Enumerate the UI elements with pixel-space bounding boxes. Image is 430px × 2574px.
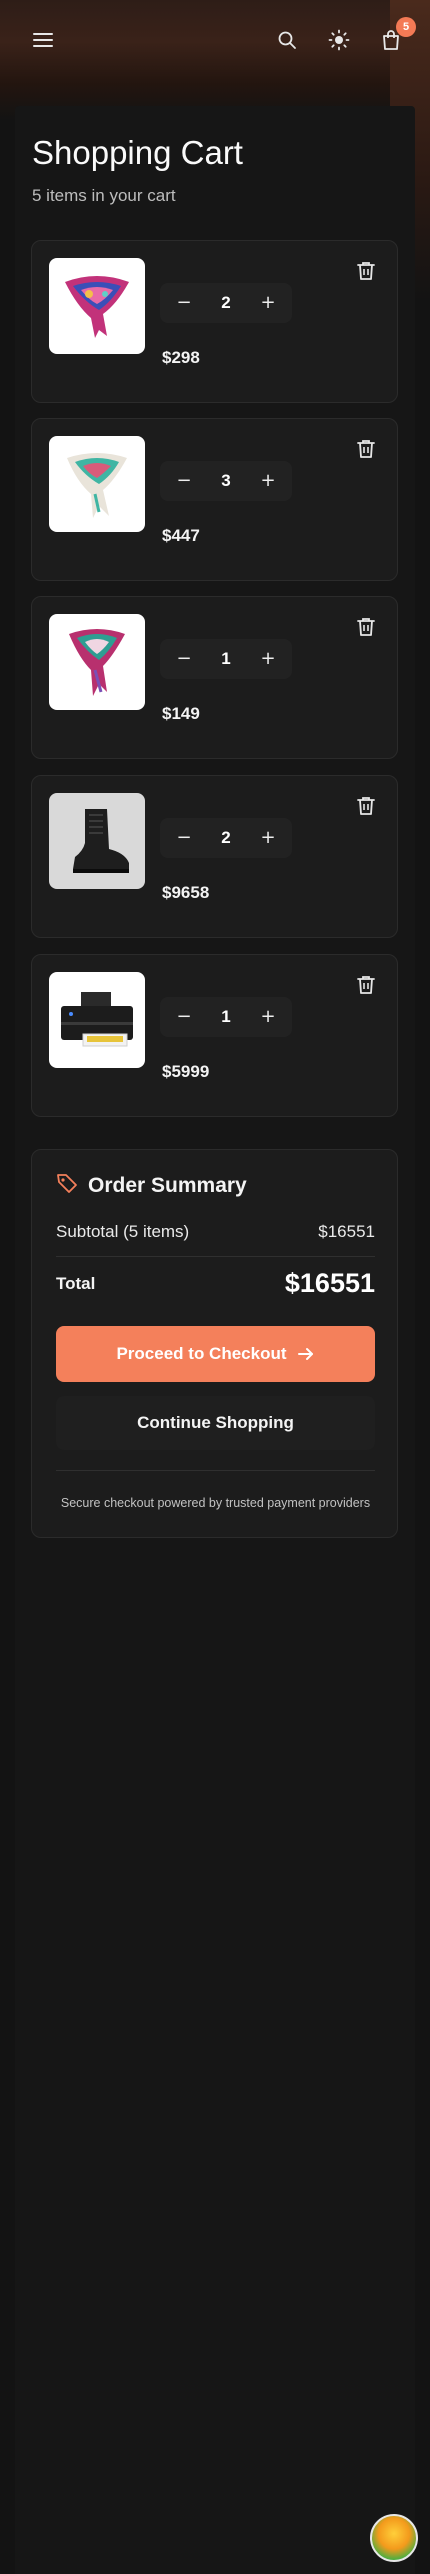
increase-quantity-button[interactable]: + [258,828,278,848]
subtotal-label: Subtotal (5 items) [56,1222,190,1241]
decrease-quantity-button[interactable]: − [174,1007,194,1027]
order-summary: Order Summary Subtotal (5 items) $16551 … [31,1149,398,1538]
arrow-right-icon [297,1348,313,1360]
total-value: $16551 [284,1268,375,1298]
quantity-value: 3 [221,471,231,490]
page-title: Shopping Cart [32,134,243,171]
quantity-stepper: − 1 + [160,997,292,1037]
trash-icon[interactable] [357,261,375,284]
total-row: Total $16551 [56,1268,375,1299]
floating-app-icon[interactable] [370,2514,418,2562]
trash-icon[interactable] [357,796,375,819]
product-image[interactable] [49,972,145,1068]
trash-icon[interactable] [357,439,375,462]
sun-icon[interactable] [322,23,356,57]
continue-shopping-button[interactable]: Continue Shopping [56,1396,375,1450]
cart-count-badge: 5 [396,17,416,37]
divider [56,1470,375,1471]
shopping-bag-icon[interactable]: 5 [374,17,416,57]
secure-checkout-note: Secure checkout powered by trusted payme… [60,1496,371,1510]
continue-label: Continue Shopping [137,1413,294,1432]
search-icon[interactable] [270,23,304,57]
cart-item: − 2 + $298 [31,240,398,403]
item-price: $9658 [162,883,210,902]
cart-item: − 1 + $5999 [31,954,398,1117]
total-label: Total [56,1273,96,1293]
proceed-to-checkout-button[interactable]: Proceed to Checkout [56,1326,375,1382]
cart-item: − 3 + $447 [31,418,398,581]
subtotal-row: Subtotal (5 items) $16551 [56,1222,375,1242]
product-image[interactable] [49,793,145,889]
trash-icon[interactable] [357,617,375,640]
quantity-value: 2 [221,293,231,312]
quantity-value: 1 [221,1007,231,1026]
page-subtitle: 5 items in your cart [32,186,176,205]
increase-quantity-button[interactable]: + [258,649,278,669]
hamburger-menu-icon[interactable] [26,23,60,57]
cart-item: − 2 + $9658 [31,775,398,938]
order-summary-header: Order Summary [56,1172,247,1199]
product-image[interactable] [49,258,145,354]
increase-quantity-button[interactable]: + [258,293,278,313]
cart-item: − 1 + $149 [31,596,398,759]
item-price: $5999 [162,1062,210,1081]
top-bar: 5 [0,0,430,80]
increase-quantity-button[interactable]: + [258,1007,278,1027]
tag-icon [56,1172,78,1199]
increase-quantity-button[interactable]: + [258,471,278,491]
divider [56,1256,375,1257]
product-image[interactable] [49,614,145,710]
header-actions: 5 [270,17,416,57]
subtotal-value: $16551 [318,1222,375,1241]
checkout-label: Proceed to Checkout [116,1344,287,1363]
product-image[interactable] [49,436,145,532]
item-price: $298 [162,348,200,367]
trash-icon[interactable] [357,975,375,998]
item-price: $149 [162,704,200,723]
decrease-quantity-button[interactable]: − [174,649,194,669]
quantity-value: 1 [221,649,231,668]
decrease-quantity-button[interactable]: − [174,293,194,313]
quantity-stepper: − 2 + [160,818,292,858]
quantity-stepper: − 3 + [160,461,292,501]
quantity-stepper: − 1 + [160,639,292,679]
decrease-quantity-button[interactable]: − [174,471,194,491]
quantity-value: 2 [221,828,231,847]
order-summary-title: Order Summary [88,1173,247,1197]
quantity-stepper: − 2 + [160,283,292,323]
item-price: $447 [162,526,200,545]
decrease-quantity-button[interactable]: − [174,828,194,848]
